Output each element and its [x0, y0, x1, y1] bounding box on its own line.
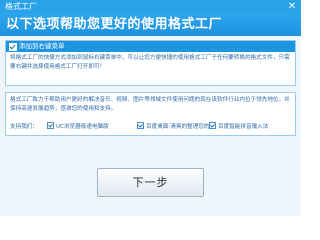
uc-browser-label: UC浏览器极速电脑版 — [56, 124, 109, 130]
title-bar[interactable]: 格式工厂 ✕ — [0, 0, 301, 13]
window-title: 格式工厂 — [5, 2, 37, 11]
support-description: 格式工厂致力于帮助用户更好的解决音乐、视频、图片等领域文件使用问题的现在该软件行… — [10, 97, 290, 112]
support-options-row: 支持我们： UC浏览器极速电脑版 百度桌面-清爽的整理您的 百度智能拼音输入法 — [10, 122, 292, 132]
baidu-input-label: 百度智能拼音输入法 — [218, 124, 269, 130]
context-menu-label: 添加到右键菜单 — [19, 42, 65, 50]
context-menu-panel: 添加到右键菜单 将格式工厂的快捷方式添加到鼠标右键菜单中，可以让您方便快捷的使用… — [5, 40, 296, 86]
context-menu-checkbox[interactable] — [9, 43, 17, 51]
support-option-uc-browser[interactable]: UC浏览器极速电脑版 — [47, 122, 109, 132]
page-headline: 以下选项帮助您更好的使用格式工厂 — [6, 17, 223, 32]
close-button[interactable]: ✕ — [286, 1, 298, 12]
context-menu-option[interactable]: 添加到右键菜单 — [6, 41, 295, 52]
uc-browser-checkbox[interactable] — [47, 122, 54, 129]
header-banner: 以下选项帮助您更好的使用格式工厂 — [0, 13, 301, 36]
baidu-desktop-checkbox[interactable] — [137, 122, 144, 129]
support-panel: 格式工厂致力于帮助用户更好的解决音乐、视频、图片等领域文件使用问题的现在该软件行… — [5, 92, 296, 136]
context-menu-description: 将格式工厂的快捷方式添加到鼠标右键菜单中，可以让您方便快捷的使用格式工厂于任何要… — [10, 55, 290, 70]
close-icon: ✕ — [287, 1, 297, 12]
support-option-baidu-desktop[interactable]: 百度桌面-清爽的整理您的 — [137, 122, 210, 132]
baidu-input-checkbox[interactable] — [209, 122, 216, 129]
installer-window: 格式工厂 ✕ 以下选项帮助您更好的使用格式工厂 添加到右键菜单 将格式工厂的快捷… — [0, 0, 301, 216]
baidu-desktop-label: 百度桌面-清爽的整理您的 — [146, 124, 210, 130]
support-option-baidu-input[interactable]: 百度智能拼音输入法 — [209, 122, 269, 132]
support-label: 支持我们： — [10, 124, 38, 130]
next-button[interactable]: 下一步 — [97, 168, 204, 197]
